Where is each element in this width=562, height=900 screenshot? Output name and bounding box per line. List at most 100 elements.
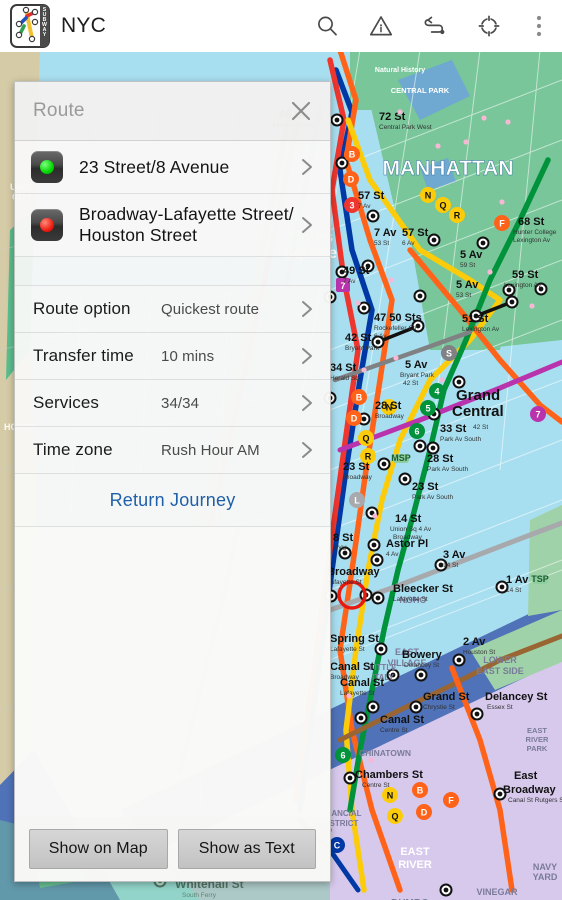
svg-text:EAST: EAST <box>400 846 430 858</box>
chevron-right-icon[interactable] <box>296 299 318 319</box>
svg-text:Broadway: Broadway <box>343 474 373 481</box>
svg-text:34 St: 34 St <box>330 362 357 374</box>
svg-text:Natural History: Natural History <box>375 67 425 74</box>
services-row[interactable]: Services 34/34 <box>15 380 330 426</box>
locate-me-icon[interactable] <box>462 0 516 52</box>
svg-text:Herald Sq: Herald Sq <box>330 375 359 382</box>
svg-text:VINEGAR: VINEGAR <box>476 887 518 897</box>
svg-text:Central Park West: Central Park West <box>379 124 432 131</box>
route-option-value: Quickest route <box>161 300 260 318</box>
svg-text:23 St: 23 St <box>343 461 370 473</box>
svg-text:Park Av South: Park Av South <box>427 466 468 473</box>
services-value: 34/34 <box>161 394 200 412</box>
svg-text:Broadway: Broadway <box>503 784 556 796</box>
svg-text:MANHATTAN: MANHATTAN <box>382 157 513 180</box>
svg-text:49 St: 49 St <box>343 265 370 277</box>
svg-text:1 Av: 1 Av <box>506 574 529 586</box>
time-zone-value: Rush Hour AM <box>161 441 260 459</box>
app-title: NYC <box>61 14 106 37</box>
svg-text:F: F <box>448 796 454 806</box>
time-zone-label: Time zone <box>33 440 113 459</box>
subway-logo-text: SUBWAY <box>40 5 49 47</box>
svg-text:57 St: 57 St <box>358 190 385 202</box>
svg-text:4 Av: 4 Av <box>386 551 399 558</box>
svg-text:Bowery: Bowery <box>402 649 443 661</box>
destination-marker-icon <box>31 209 63 241</box>
show-as-text-button[interactable]: Show as Text <box>177 829 316 869</box>
chevron-right-icon[interactable] <box>296 346 318 366</box>
svg-text:3: 3 <box>349 201 354 211</box>
route-planner-icon[interactable] <box>408 0 462 52</box>
svg-text:Delancey St: Delancey St <box>485 691 548 703</box>
svg-text:East: East <box>514 770 538 782</box>
services-label: Services <box>33 393 99 412</box>
svg-text:Hunter College: Hunter College <box>513 229 557 236</box>
svg-text:CENTRAL PARK: CENTRAL PARK <box>391 86 450 95</box>
svg-text:Lafayette St: Lafayette St <box>340 690 375 697</box>
svg-text:42 St: 42 St <box>345 332 372 344</box>
svg-text:B: B <box>356 393 363 403</box>
overflow-menu-icon[interactable] <box>516 0 562 52</box>
svg-text:42 St: 42 St <box>403 380 418 387</box>
search-icon[interactable] <box>300 0 354 52</box>
svg-text:B: B <box>349 150 356 160</box>
return-journey-link[interactable]: Return Journey <box>110 490 236 511</box>
svg-text:14 St: 14 St <box>506 587 521 594</box>
svg-text:D: D <box>348 175 355 185</box>
subway-logo[interactable]: SUBWAY <box>10 4 50 48</box>
destination-station-row[interactable]: Broadway-Lafayette Street/ Houston Stree… <box>15 194 330 256</box>
time-zone-row[interactable]: Time zone Rush Hour AM <box>15 427 330 473</box>
svg-text:NAVY: NAVY <box>533 862 557 872</box>
svg-text:YARD: YARD <box>533 872 558 882</box>
svg-text:5: 5 <box>425 404 430 414</box>
chevron-right-icon[interactable] <box>296 157 318 177</box>
svg-text:Bryant Park: Bryant Park <box>400 372 435 379</box>
svg-text:2 Av: 2 Av <box>463 636 486 648</box>
svg-text:Canal St: Canal St <box>340 677 384 689</box>
svg-text:5 Av: 5 Av <box>405 359 428 371</box>
svg-text:RIVER: RIVER <box>526 735 550 744</box>
return-journey-row[interactable]: Return Journey <box>15 474 330 526</box>
transfer-time-row[interactable]: Transfer time 10 mins <box>15 333 330 379</box>
chevron-right-icon[interactable] <box>296 215 318 235</box>
svg-text:Rockefeller Ctr: Rockefeller Ctr <box>374 325 418 332</box>
svg-text:Park Av South: Park Av South <box>440 436 481 443</box>
show-on-map-button[interactable]: Show on Map <box>29 829 168 869</box>
chevron-right-icon[interactable] <box>296 440 318 460</box>
svg-text:Delancey St: Delancey St <box>404 662 439 669</box>
svg-text:S: S <box>446 349 452 359</box>
svg-text:F: F <box>499 219 505 229</box>
svg-text:D: D <box>351 414 358 424</box>
svg-text:Q: Q <box>439 201 446 211</box>
origin-station-row[interactable]: 23 Street/8 Avenue <box>15 141 330 193</box>
svg-text:57 St: 57 St <box>402 227 429 239</box>
dialog-title: Route <box>33 100 85 121</box>
route-dialog: Route 23 Street/8 Avenue Broadway-Lafaye… <box>14 81 331 882</box>
service-alerts-icon[interactable] <box>354 0 408 52</box>
svg-text:R: R <box>365 452 372 462</box>
svg-text:Canal St Rutgers S: Canal St Rutgers S <box>508 797 562 804</box>
chevron-right-icon[interactable] <box>296 393 318 413</box>
svg-text:33 St: 33 St <box>440 423 467 435</box>
svg-text:Bryant Park: Bryant Park <box>345 345 380 352</box>
svg-text:NYU: NYU <box>333 545 347 552</box>
action-bar: SUBWAY NYC <box>0 0 562 52</box>
svg-text:Lexington Av: Lexington Av <box>462 326 500 333</box>
transfer-time-label: Transfer time <box>33 346 134 365</box>
svg-text:Centre St: Centre St <box>380 727 408 734</box>
svg-text:Canal St: Canal St <box>380 714 424 726</box>
svg-text:Chambers St: Chambers St <box>355 769 423 781</box>
svg-text:Central: Central <box>452 403 504 420</box>
svg-text:Park Av South: Park Av South <box>412 494 453 501</box>
svg-text:Q: Q <box>362 434 369 444</box>
svg-text:7 Av: 7 Av <box>358 203 371 210</box>
svg-text:23 St: 23 St <box>412 481 439 493</box>
route-option-row[interactable]: Route option Quickest route <box>15 286 330 332</box>
close-icon[interactable] <box>286 96 316 126</box>
svg-text:7: 7 <box>535 410 540 420</box>
dialog-header: Route <box>15 82 330 140</box>
svg-text:53 St: 53 St <box>456 292 471 299</box>
svg-text:Q: Q <box>391 812 398 822</box>
svg-text:Lafayette St: Lafayette St <box>330 646 365 653</box>
svg-text:6: 6 <box>340 751 345 761</box>
